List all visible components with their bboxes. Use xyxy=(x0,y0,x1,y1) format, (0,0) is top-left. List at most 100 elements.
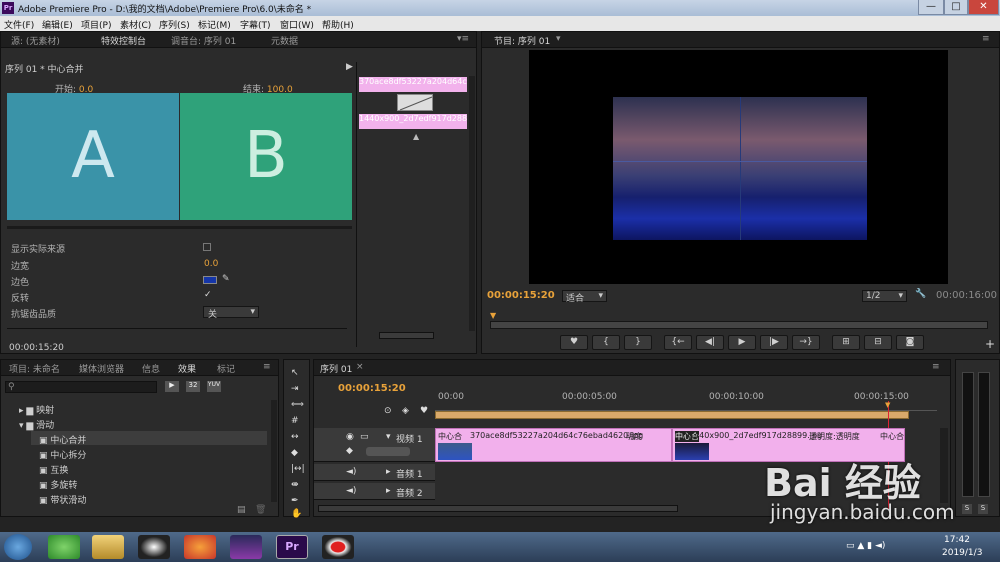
menu-marker[interactable]: 标记(M) xyxy=(198,18,231,31)
pen-tool-icon[interactable]: ✒ xyxy=(291,496,299,506)
eye-icon[interactable]: ◉ xyxy=(346,432,354,442)
maximize-button[interactable]: □ xyxy=(944,0,968,15)
mark-out-button[interactable]: } xyxy=(624,335,652,350)
speaker-icon[interactable]: ◄) xyxy=(346,486,356,496)
tab-audio-mixer[interactable]: 调音台: 序列 01 xyxy=(171,34,236,47)
tree-item-center-merge[interactable]: ▣ 中心合并 xyxy=(39,433,86,446)
tab-metadata[interactable]: 元数据 xyxy=(271,34,298,47)
timeline-scrollbar[interactable] xyxy=(318,505,678,512)
rolling-edit-tool-icon[interactable]: # xyxy=(291,416,299,426)
tree-item-multi-spin[interactable]: ▣ 多旋转 xyxy=(39,478,77,491)
start-button[interactable] xyxy=(4,534,32,560)
razor-tool-icon[interactable]: ◆ xyxy=(291,448,298,458)
rate-stretch-tool-icon[interactable]: ↔ xyxy=(291,432,299,442)
tab-media-browser[interactable]: 媒体浏览器 xyxy=(79,362,124,375)
tab-info[interactable]: 信息 xyxy=(142,362,160,375)
play-effect-icon[interactable]: ▶ xyxy=(346,62,353,72)
menu-window[interactable]: 窗口(W) xyxy=(280,18,314,31)
tab-effect-controls[interactable]: 特效控制台 xyxy=(101,34,146,47)
lock-icon[interactable]: ▭ xyxy=(360,432,369,442)
new-folder-icon[interactable]: ▤ xyxy=(237,505,246,515)
add-marker-button[interactable]: ♥ xyxy=(560,335,588,350)
time-ruler[interactable] xyxy=(435,403,937,411)
timeline-vertical-scrollbar[interactable] xyxy=(940,428,948,503)
track-expand-icon[interactable]: ▸ xyxy=(386,486,391,496)
hand-tool-icon[interactable]: ✋ xyxy=(291,509,302,519)
premiere-taskbar-icon[interactable]: Pr xyxy=(276,535,308,559)
antialias-select[interactable]: 关 ▾ xyxy=(203,306,259,320)
panel-menu-icon[interactable]: ≡ xyxy=(263,362,271,372)
panel-menu-icon[interactable]: ≡ xyxy=(932,362,940,372)
mark-in-button[interactable]: { xyxy=(592,335,620,350)
eyedropper-icon[interactable]: ✎ xyxy=(222,274,230,284)
slide-tool-icon[interactable]: ⇼ xyxy=(291,480,299,490)
menu-sequence[interactable]: 序列(S) xyxy=(159,18,190,31)
tree-item-swap[interactable]: ▣ 互换 xyxy=(39,463,68,476)
tree-folder-wipe[interactable]: ▸ ▆ 映射 xyxy=(19,403,54,416)
snap-icon[interactable]: ⊙ xyxy=(384,406,392,416)
speaker-icon[interactable]: ◄) xyxy=(346,467,356,477)
taskbar-app-icon[interactable] xyxy=(48,535,80,559)
tree-item-band-slide[interactable]: ▣ 带状滑动 xyxy=(39,493,86,506)
mini-playhead-icon[interactable]: ▲ xyxy=(413,132,419,141)
tree-folder-slide[interactable]: ▾ ▆ 滑动 xyxy=(19,418,54,431)
delete-icon[interactable]: 🗑 xyxy=(255,505,266,515)
track-expand-icon[interactable]: ▸ xyxy=(386,467,391,477)
track-select-tool-icon[interactable]: ⇥ xyxy=(291,384,299,394)
wrench-icon[interactable]: 🔧 xyxy=(915,289,926,299)
border-width-value[interactable]: 0.0 xyxy=(204,259,218,269)
fit-select[interactable]: 适合 ▾ xyxy=(562,290,607,304)
video-clip-1[interactable]: 中心合 370ace8df53227a204d64c76ebad4620.jpg… xyxy=(435,428,672,462)
program-scrub-bar[interactable] xyxy=(490,321,988,329)
playhead-marker[interactable]: ▼ xyxy=(885,401,890,409)
export-frame-button[interactable]: ◙ xyxy=(896,335,924,350)
extract-button[interactable]: ⊟ xyxy=(864,335,892,350)
mini-clip-1[interactable]: 370ace8df53227a204d64c76 xyxy=(359,77,467,92)
tab-sequence[interactable]: 序列 01 xyxy=(320,362,352,375)
close-icon[interactable]: × xyxy=(356,362,364,372)
minimize-button[interactable]: — xyxy=(918,0,944,15)
panel-menu-icon[interactable]: ≡ xyxy=(982,34,990,44)
solo-left-button[interactable]: S xyxy=(962,504,972,514)
show-source-checkbox[interactable] xyxy=(203,243,211,251)
menu-help[interactable]: 帮助(H) xyxy=(322,18,354,31)
mini-clip-2[interactable]: 1440x900_2d7edf917d28899 xyxy=(359,114,467,129)
yuv-icon[interactable]: YUV xyxy=(207,381,221,392)
effects-scrollbar[interactable] xyxy=(271,400,277,502)
step-back-button[interactable]: ◀| xyxy=(696,335,724,350)
ripple-edit-tool-icon[interactable]: ⟺ xyxy=(291,400,304,410)
lift-button[interactable]: ⊞ xyxy=(832,335,860,350)
go-to-out-button[interactable]: →} xyxy=(792,335,820,350)
zoom-scroll[interactable] xyxy=(379,332,434,339)
menu-clip[interactable]: 素材(C) xyxy=(120,18,151,31)
border-color-swatch[interactable] xyxy=(203,276,217,284)
step-forward-button[interactable]: |▶ xyxy=(760,335,788,350)
effects-search-input[interactable]: ⚲ xyxy=(5,381,157,393)
reverse-checkbox[interactable]: ✓ xyxy=(204,290,212,300)
go-to-in-button[interactable]: {← xyxy=(664,335,692,350)
keyframe-icon[interactable]: ◆ xyxy=(346,446,353,456)
close-button[interactable]: ✕ xyxy=(968,0,999,15)
program-timecode[interactable]: 00:00:15:20 xyxy=(487,290,555,301)
add-button-icon[interactable]: + xyxy=(985,337,995,351)
selection-tool-icon[interactable]: ↖ xyxy=(291,368,299,378)
track-expand-icon[interactable]: ▾ xyxy=(386,432,391,442)
add-marker-icon[interactable]: ♥ xyxy=(420,406,428,416)
play-button[interactable]: ▶ xyxy=(728,335,756,350)
work-area-bar[interactable] xyxy=(435,411,909,419)
video-app-icon[interactable] xyxy=(230,535,262,559)
accelerated-effects-icon[interactable]: ▶ xyxy=(165,381,179,392)
panel-menu-icon[interactable]: ▾≡ xyxy=(457,34,469,44)
tab-effects[interactable]: 效果 xyxy=(178,362,196,375)
sequence-marker-icon[interactable]: ◈ xyxy=(402,406,409,416)
tree-item-center-split[interactable]: ▣ 中心拆分 xyxy=(39,448,86,461)
tab-program[interactable]: 节目: 序列 01 xyxy=(494,34,550,47)
preview-scrollbar[interactable] xyxy=(7,226,352,229)
effect-controls-timecode[interactable]: 00:00:15:20 xyxy=(9,343,64,353)
tab-project[interactable]: 项目: 未命名 xyxy=(9,362,60,375)
firefox-icon[interactable] xyxy=(184,535,216,559)
keyframe-navigator[interactable] xyxy=(366,447,410,456)
tab-markers[interactable]: 标记 xyxy=(217,362,235,375)
qq-icon[interactable] xyxy=(138,535,170,559)
slip-tool-icon[interactable]: |↔| xyxy=(291,464,305,474)
